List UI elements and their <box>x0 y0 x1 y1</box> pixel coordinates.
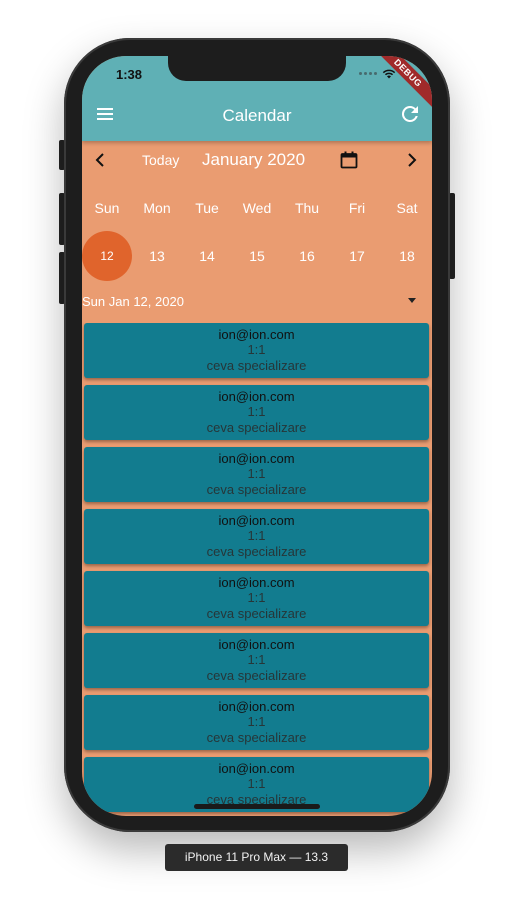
status-time: 1:38 <box>116 67 143 82</box>
page-title: Calendar <box>222 106 292 125</box>
event-card[interactable]: ion@ion.com 1:1 ceva specializare <box>84 571 429 626</box>
weekday-label: Fri <box>348 200 366 216</box>
device-caption: iPhone 11 Pro Max — 13.3 <box>165 844 348 871</box>
event-list[interactable]: ion@ion.com 1:1 ceva specializare ion@io… <box>82 323 432 816</box>
event-email: ion@ion.com <box>218 451 295 466</box>
cellular-signal-icon <box>359 72 377 75</box>
date-cell[interactable]: 14 <box>182 231 232 281</box>
event-specialization: ceva specializare <box>206 730 307 745</box>
event-specialization: ceva specializare <box>206 606 307 621</box>
event-time: 1:1 <box>247 404 266 419</box>
event-email: ion@ion.com <box>218 637 295 652</box>
weekday-label: Sat <box>396 200 418 216</box>
event-card[interactable]: ion@ion.com 1:1 ceva specializare <box>84 633 429 688</box>
event-card[interactable]: ion@ion.com 1:1 ceva specializare <box>84 509 429 564</box>
weekday-label: Thu <box>294 200 320 216</box>
date-cell[interactable]: 16 <box>282 231 332 281</box>
event-time: 1:1 <box>247 714 266 729</box>
event-card[interactable]: ion@ion.com 1:1 ceva specializare <box>84 323 429 378</box>
event-email: ion@ion.com <box>218 327 295 342</box>
weekday-label: Tue <box>195 200 219 216</box>
calendar-header: Today January 2020 <box>82 141 432 179</box>
date-cell-selected[interactable]: 12 <box>82 231 132 281</box>
previous-week-button[interactable] <box>92 151 110 169</box>
event-time: 1:1 <box>247 776 266 791</box>
phone-screen: 1:38 DEBUG Calendar Today January 2020 S… <box>82 56 432 816</box>
event-specialization: ceva specializare <box>206 482 307 497</box>
date-cell[interactable]: 17 <box>332 231 382 281</box>
notch <box>168 56 346 81</box>
chevron-right-icon <box>408 153 417 167</box>
event-time: 1:1 <box>247 528 266 543</box>
event-specialization: ceva specializare <box>206 420 307 435</box>
today-button[interactable]: Today <box>142 152 179 168</box>
event-time: 1:1 <box>247 652 266 667</box>
menu-button[interactable] <box>94 103 116 125</box>
status-icons <box>359 68 396 79</box>
event-specialization: ceva specializare <box>206 668 307 683</box>
event-specialization: ceva specializare <box>206 358 307 373</box>
week-dates-row: 12 13 14 15 16 17 18 <box>82 231 432 281</box>
app-bar: 1:38 DEBUG Calendar <box>82 56 432 141</box>
selected-date-label: Sun Jan 12, 2020 <box>82 294 184 309</box>
refresh-button[interactable] <box>398 102 422 126</box>
calendar-icon <box>340 151 358 169</box>
next-week-button[interactable] <box>402 151 420 169</box>
month-label: January 2020 <box>202 150 306 169</box>
caret-down-icon <box>408 298 416 303</box>
weekday-header-row: Sun Mon Tue Wed Thu Fri Sat <box>82 198 432 218</box>
date-cell[interactable]: 18 <box>382 231 432 281</box>
date-cell[interactable]: 13 <box>132 231 182 281</box>
date-cell[interactable]: 15 <box>232 231 282 281</box>
home-indicator[interactable] <box>194 804 320 809</box>
event-card[interactable]: ion@ion.com 1:1 ceva specializare <box>84 695 429 750</box>
selected-date-dropdown[interactable]: Sun Jan 12, 2020 <box>82 291 432 313</box>
event-email: ion@ion.com <box>218 575 295 590</box>
weekday-label: Wed <box>242 200 272 216</box>
hamburger-menu-icon <box>97 108 113 120</box>
event-time: 1:1 <box>247 466 266 481</box>
weekday-label: Sun <box>94 200 120 216</box>
event-email: ion@ion.com <box>218 761 295 776</box>
refresh-icon <box>401 105 418 122</box>
event-specialization: ceva specializare <box>206 544 307 559</box>
event-card[interactable]: ion@ion.com 1:1 ceva specializare <box>84 447 429 502</box>
event-email: ion@ion.com <box>218 389 295 404</box>
chevron-left-icon <box>95 153 104 167</box>
weekday-label: Mon <box>143 200 171 216</box>
event-time: 1:1 <box>247 342 266 357</box>
calendar-picker-button[interactable] <box>339 150 359 170</box>
event-card[interactable]: ion@ion.com 1:1 ceva specializare <box>84 385 429 440</box>
event-email: ion@ion.com <box>218 699 295 714</box>
event-email: ion@ion.com <box>218 513 295 528</box>
event-time: 1:1 <box>247 590 266 605</box>
